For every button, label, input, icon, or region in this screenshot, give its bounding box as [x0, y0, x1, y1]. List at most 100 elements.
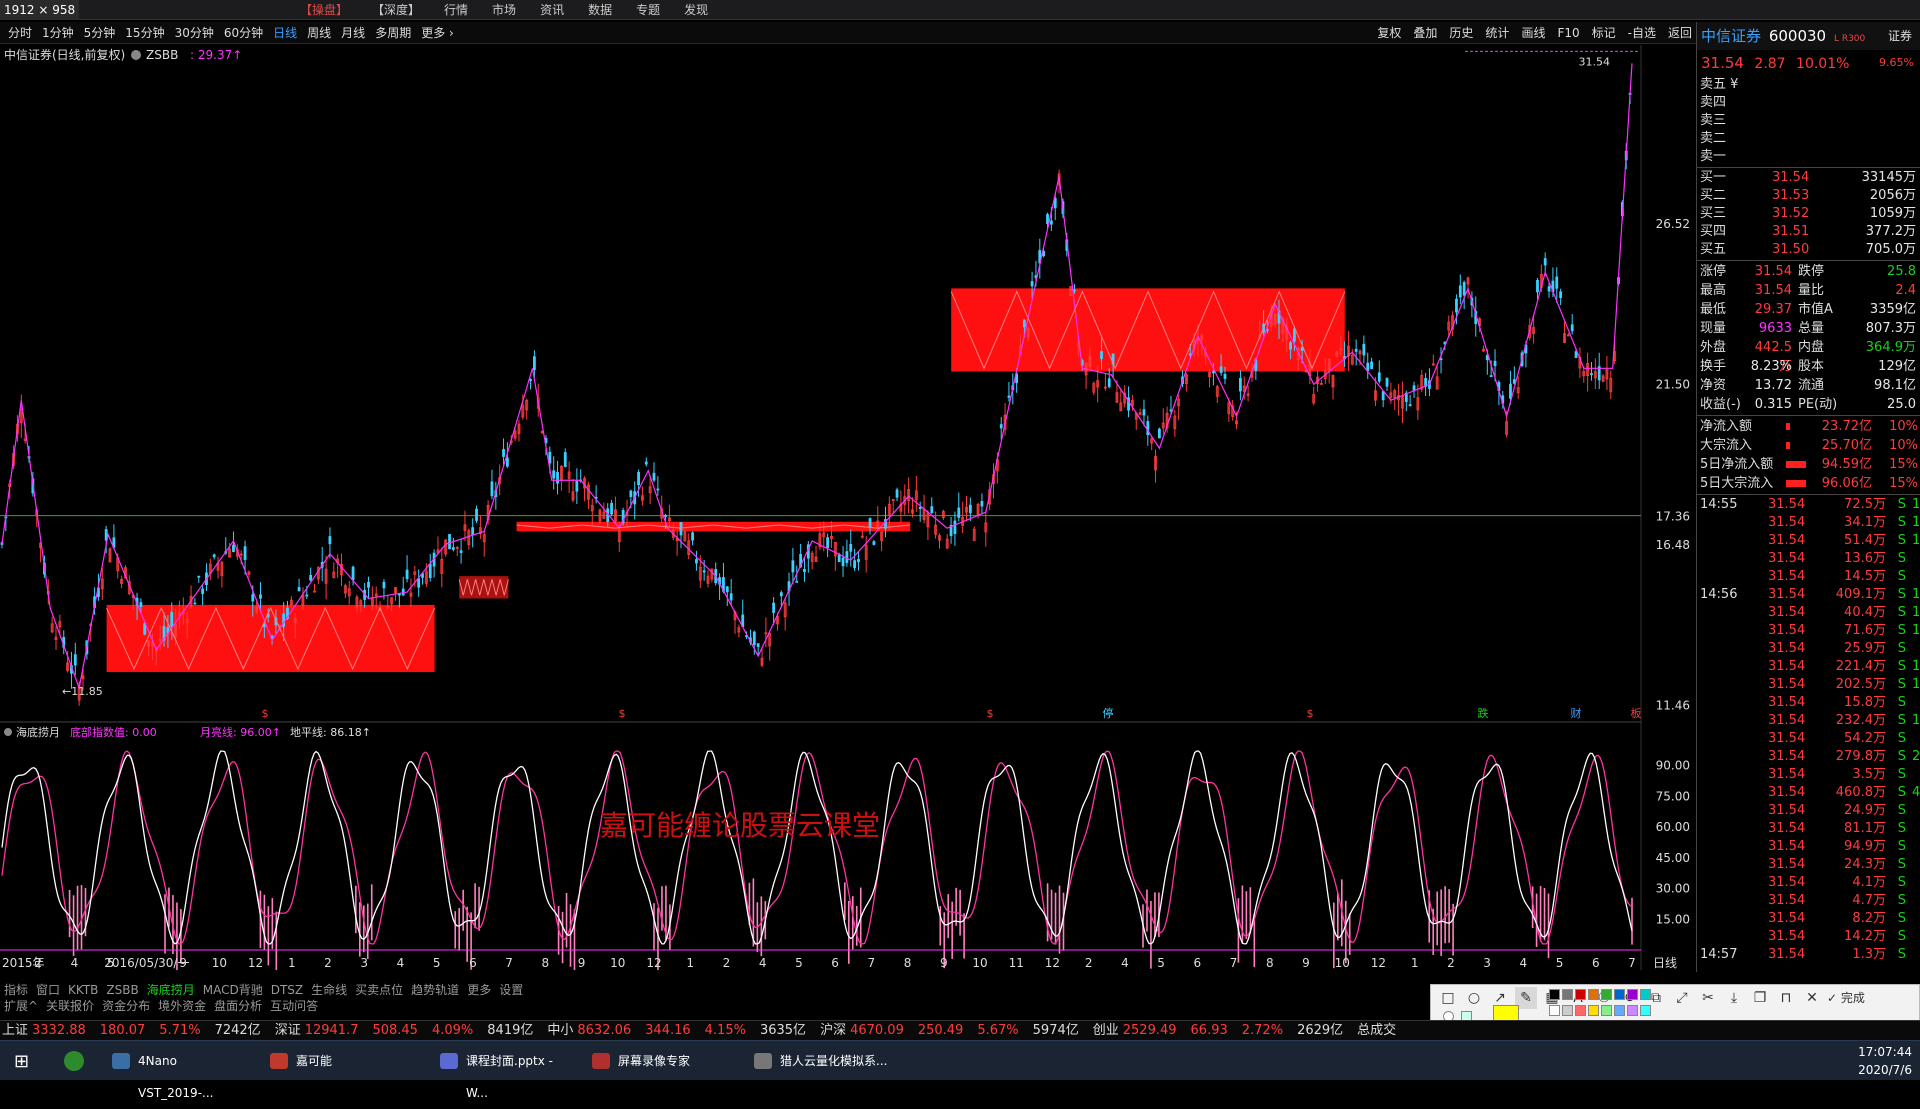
index-item[interactable]: 沪深 4670.09 250.49 5.67% 5974亿 — [820, 1021, 1079, 1040]
palette-color-swatch[interactable] — [1588, 1005, 1599, 1016]
sector-label[interactable]: 证券 — [1888, 22, 1912, 50]
ask-row[interactable]: 卖一 — [1697, 148, 1920, 166]
chart-tool-button[interactable]: 叠加 — [1413, 22, 1437, 44]
palette-color-swatch[interactable] — [1562, 1005, 1573, 1016]
chart-tool-button[interactable]: -自选 — [1628, 22, 1656, 44]
extension-tab[interactable]: 互动问答 — [270, 998, 318, 1014]
top-menu-item[interactable]: 【深度】 — [372, 0, 420, 20]
stock-name[interactable]: 中信证券 — [1701, 27, 1761, 45]
indicator-tab[interactable]: DTSZ — [271, 982, 303, 998]
period-tab[interactable]: 更多 › — [421, 22, 454, 44]
rectangle-tool-icon[interactable]: □ — [1437, 987, 1459, 1009]
event-mark[interactable]: 财 — [1571, 706, 1582, 720]
sub-indicator-toggle-icon[interactable] — [4, 728, 12, 736]
current-color-swatch[interactable] — [1493, 1005, 1519, 1021]
indicator-tab[interactable]: 海底捞月 — [147, 982, 195, 998]
bid-row[interactable]: 买一 31.54 33145万 — [1697, 169, 1920, 187]
palette-color-swatch[interactable] — [1549, 989, 1560, 1000]
period-tab[interactable]: 分时 — [8, 22, 32, 44]
palette-color-swatch[interactable] — [1588, 989, 1599, 1000]
period-tab[interactable]: 月线 — [341, 22, 365, 44]
event-mark[interactable]: $ — [1307, 707, 1314, 720]
extension-tab[interactable]: 境外资金 — [158, 998, 206, 1014]
chart-tool-button[interactable]: 画线 — [1521, 22, 1545, 44]
ask-row[interactable]: 卖四 — [1697, 94, 1920, 112]
copy-icon[interactable]: ❐ — [1749, 987, 1771, 1009]
taskbar-app-button[interactable]: 课程封面.pptx - W... — [432, 1045, 582, 1100]
close-icon[interactable]: ✕ — [1801, 987, 1823, 1009]
indicator-toggle-icon[interactable] — [131, 50, 141, 60]
palette-color-swatch[interactable] — [1601, 989, 1612, 1000]
extension-tab[interactable]: 资金分布 — [102, 998, 150, 1014]
extension-tab[interactable]: 关联报价 — [46, 998, 94, 1014]
period-tab[interactable]: 1分钟 — [42, 22, 74, 44]
indicator-tab[interactable]: 窗口 — [36, 982, 60, 998]
palette-color-swatch[interactable] — [1601, 1005, 1612, 1016]
done-button[interactable]: ✓ 完成 — [1827, 987, 1897, 1009]
event-mark[interactable]: 停 — [1103, 706, 1114, 720]
top-menu-item[interactable]: 【操盘】 — [300, 0, 348, 20]
event-mark[interactable]: $ — [619, 707, 626, 720]
top-menu-item[interactable]: 资讯 — [540, 0, 564, 20]
taskbar-app-button[interactable]: 屏幕录像专家 — [584, 1045, 734, 1077]
app-icon[interactable] — [64, 1051, 84, 1071]
system-clock[interactable]: 17:07:44 2020/7/6 — [1832, 1043, 1912, 1079]
period-tab[interactable]: 多周期 — [375, 22, 411, 44]
bid-row[interactable]: 买四 31.51 377.2万 — [1697, 223, 1920, 241]
ask-row[interactable]: 卖三 — [1697, 112, 1920, 130]
bookmark-icon[interactable]: ⊓ — [1775, 987, 1797, 1009]
extension-tab[interactable]: 扩展^ — [4, 998, 38, 1014]
circle-tool-icon[interactable]: ○ — [1463, 987, 1485, 1009]
period-tab[interactable]: 周线 — [307, 22, 331, 44]
period-tab[interactable]: 15分钟 — [125, 22, 164, 44]
palette-color-swatch[interactable] — [1562, 989, 1573, 1000]
period-tab[interactable]: 日线 — [273, 22, 297, 44]
taskbar-app-button[interactable]: 猎人云量化模拟系... — [746, 1045, 896, 1077]
chart-tool-button[interactable]: 历史 — [1449, 22, 1473, 44]
palette-color-swatch[interactable] — [1575, 1005, 1586, 1016]
period-tab[interactable]: 30分钟 — [175, 22, 214, 44]
palette-color-swatch[interactable] — [1627, 989, 1638, 1000]
indicator-tab[interactable]: 生命线 — [311, 982, 347, 998]
main-chart[interactable]: 中信证券(日线,前复权) ZSBB: 29.37↑ 26.52 21.50 17.36 1… — [0, 45, 1696, 970]
ask-row[interactable]: 卖二 — [1697, 130, 1920, 148]
taskbar-app-button[interactable]: 嘉可能 — [262, 1045, 412, 1077]
indicator-tab[interactable]: 设置 — [499, 982, 523, 998]
palette-color-swatch[interactable] — [1640, 1005, 1651, 1016]
top-menu-item[interactable]: 市场 — [492, 0, 516, 20]
top-menu-item[interactable]: 发现 — [684, 0, 708, 20]
event-mark[interactable]: 跌 — [1478, 706, 1489, 720]
indicator-tab[interactable]: KKTB — [68, 982, 98, 998]
event-mark[interactable]: 板 — [1631, 706, 1642, 720]
index-item[interactable]: 深证 12941.7 508.45 4.09% 8419亿 — [275, 1021, 534, 1040]
bid-row[interactable]: 买五 31.50 705.0万 — [1697, 241, 1920, 259]
pin-icon[interactable]: ✂ — [1697, 987, 1719, 1009]
palette-color-swatch[interactable] — [1614, 989, 1625, 1000]
extension-tab[interactable]: 盘面分析 — [214, 998, 262, 1014]
bid-row[interactable]: 买二 31.53 2056万 — [1697, 187, 1920, 205]
indicator-tab[interactable]: 更多 — [467, 982, 491, 998]
indicator-tab[interactable]: 趋势轨道 — [411, 982, 459, 998]
chart-tool-button[interactable]: 返回 — [1668, 22, 1692, 44]
palette-color-swatch[interactable] — [1575, 989, 1586, 1000]
top-menu-item[interactable]: 专题 — [636, 0, 660, 20]
bid-row[interactable]: 买三 31.52 1059万 — [1697, 205, 1920, 223]
period-tab[interactable]: 5分钟 — [84, 22, 116, 44]
chart-tool-button[interactable]: 复权 — [1377, 22, 1401, 44]
palette-color-swatch[interactable] — [1549, 1005, 1560, 1016]
period-tab[interactable]: 60分钟 — [224, 22, 263, 44]
ask-row[interactable]: 卖五 ¥ — [1697, 76, 1920, 94]
expand-icon[interactable]: ⤢ — [1671, 987, 1693, 1009]
palette-color-swatch[interactable] — [1640, 989, 1651, 1000]
index-item[interactable]: 创业 2529.49 66.93 2.72% 2629亿 — [1093, 1021, 1343, 1040]
chart-tool-button[interactable]: 标记 — [1592, 22, 1616, 44]
palette-color-swatch[interactable] — [1627, 1005, 1638, 1016]
top-menu-item[interactable]: 数据 — [588, 0, 612, 20]
indicator-tab[interactable]: ZSBB — [106, 982, 138, 998]
index-item[interactable]: 中小 8632.06 344.16 4.15% 3635亿 — [547, 1021, 806, 1040]
tick-list[interactable]: 14:5531.5472.5万S1(31.5434.1万S131.5451.4万… — [1697, 496, 1920, 964]
taskbar-app-button[interactable]: 4Nano VST_2019-... — [104, 1045, 254, 1100]
indicator-tab[interactable]: 买卖点位 — [355, 982, 403, 998]
indicator-tab[interactable]: 指标 — [4, 982, 28, 998]
event-mark[interactable]: $ — [262, 707, 269, 720]
